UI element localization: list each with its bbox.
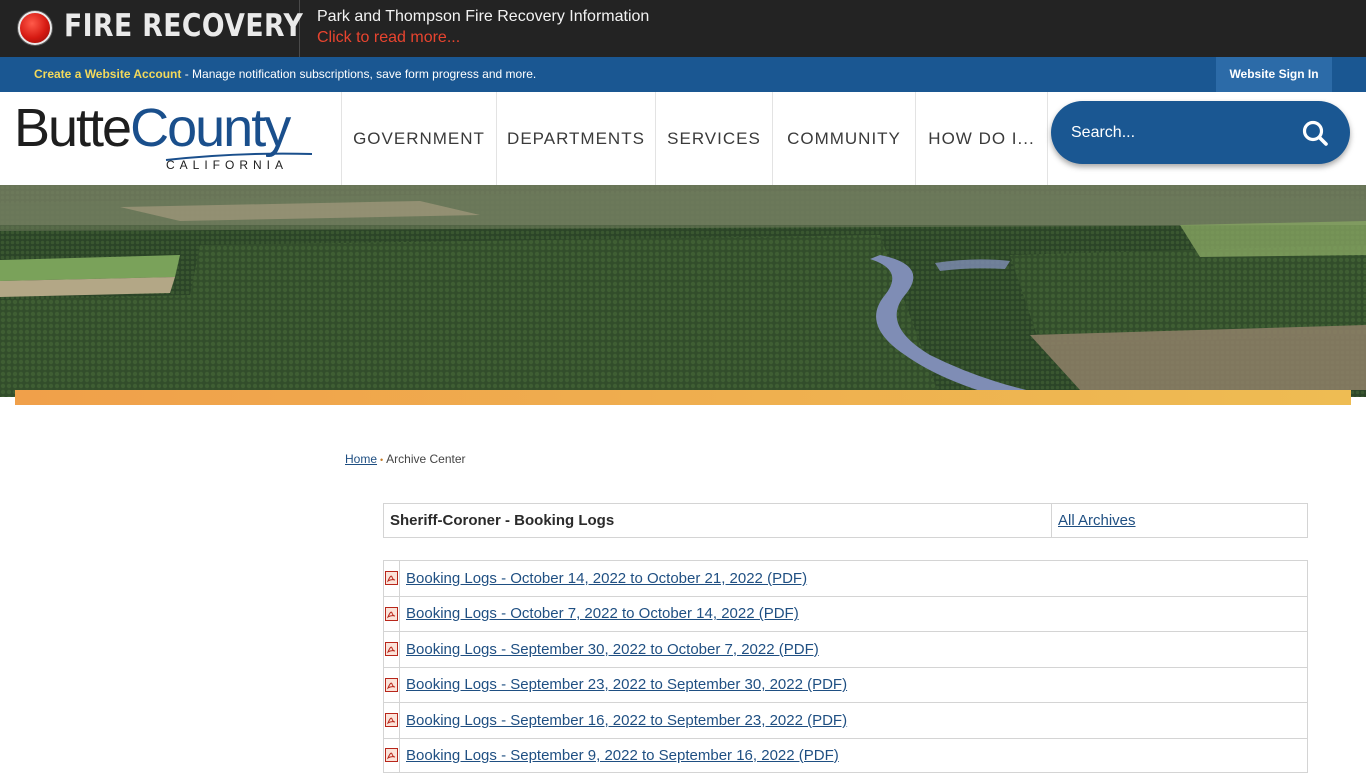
website-sign-in-button[interactable]: Website Sign In (1216, 57, 1332, 92)
document-link[interactable]: Booking Logs - October 14, 2022 to Octob… (400, 570, 807, 587)
pdf-icon-cell (384, 739, 400, 773)
pdf-icon-cell (384, 597, 400, 632)
pdf-icon[interactable] (385, 713, 398, 727)
alert-title: FIRE RECOVERY (64, 8, 303, 44)
search-box (1051, 101, 1350, 164)
alert-read-more-link[interactable]: Click to read more... (317, 29, 460, 46)
nav-community[interactable]: COMMUNITY (772, 92, 915, 185)
document-link[interactable]: Booking Logs - September 16, 2022 to Sep… (400, 712, 847, 729)
pdf-icon[interactable] (385, 748, 398, 762)
breadcrumb-current: Archive Center (386, 452, 465, 466)
pdf-icon-cell (384, 632, 400, 667)
list-item: Booking Logs - October 14, 2022 to Octob… (383, 560, 1308, 596)
red-alert-dot-icon (18, 11, 52, 45)
document-link[interactable]: Booking Logs - September 30, 2022 to Oct… (400, 641, 819, 658)
create-account-link[interactable]: Create a Website Account (34, 67, 181, 81)
document-link[interactable]: Booking Logs - October 7, 2022 to Octobe… (400, 605, 799, 622)
pdf-icon[interactable] (385, 571, 398, 585)
alert-message: Park and Thompson Fire Recovery Informat… (317, 7, 649, 49)
site-header: ButteCounty CALIFORNIA GOVERNMENT DEPART… (0, 92, 1366, 185)
logo-county-text: County (130, 98, 289, 158)
alert-label-area[interactable]: FIRE RECOVERY (0, 0, 300, 57)
breadcrumb-home-link[interactable]: Home (345, 452, 377, 466)
alert-bar: FIRE RECOVERY Park and Thompson Fire Rec… (0, 0, 1366, 57)
document-link[interactable]: Booking Logs - September 23, 2022 to Sep… (400, 676, 847, 693)
all-archives-link[interactable]: All Archives (1052, 504, 1136, 537)
document-list: Booking Logs - October 14, 2022 to Octob… (383, 560, 1308, 773)
account-message: Create a Website Account - Manage notifi… (34, 67, 536, 81)
pdf-icon[interactable] (385, 642, 398, 656)
main-nav: GOVERNMENT DEPARTMENTS SERVICES COMMUNIT… (341, 92, 1048, 185)
nav-how-do-i[interactable]: HOW DO I... (915, 92, 1048, 185)
breadcrumb-separator-icon: • (380, 455, 383, 465)
accent-bar (15, 390, 1351, 405)
breadcrumb: Home•Archive Center (345, 452, 466, 466)
document-link[interactable]: Booking Logs - September 9, 2022 to Sept… (400, 747, 839, 764)
list-item: Booking Logs - September 23, 2022 to Sep… (383, 667, 1308, 703)
banner-landscape-image (0, 185, 1366, 397)
butte-county-logo[interactable]: ButteCounty CALIFORNIA (14, 96, 324, 176)
logo-butte-text: Butte (14, 98, 130, 158)
list-item: Booking Logs - September 16, 2022 to Sep… (383, 702, 1308, 738)
nav-government[interactable]: GOVERNMENT (341, 92, 496, 185)
archive-title: Sheriff-Coroner - Booking Logs (384, 504, 1052, 537)
account-bar: Create a Website Account - Manage notifi… (0, 57, 1366, 92)
hero-banner-image (0, 185, 1366, 397)
pdf-icon[interactable] (385, 678, 398, 692)
archive-header: Sheriff-Coroner - Booking Logs All Archi… (383, 503, 1308, 538)
pdf-icon-cell (384, 703, 400, 738)
logo-wordmark: ButteCounty (14, 96, 289, 160)
search-input[interactable] (1071, 101, 1291, 164)
nav-services[interactable]: SERVICES (655, 92, 772, 185)
nav-departments[interactable]: DEPARTMENTS (496, 92, 655, 185)
list-item: Booking Logs - September 30, 2022 to Oct… (383, 631, 1308, 667)
pdf-icon[interactable] (385, 607, 398, 621)
account-message-text: - Manage notification subscriptions, sav… (181, 67, 536, 81)
alert-heading: Park and Thompson Fire Recovery Informat… (317, 7, 649, 27)
pdf-icon-cell (384, 668, 400, 703)
search-icon[interactable] (1301, 119, 1329, 147)
list-item: Booking Logs - October 7, 2022 to Octobe… (383, 596, 1308, 632)
logo-state-text: CALIFORNIA (166, 158, 288, 172)
pdf-icon-cell (384, 561, 400, 596)
